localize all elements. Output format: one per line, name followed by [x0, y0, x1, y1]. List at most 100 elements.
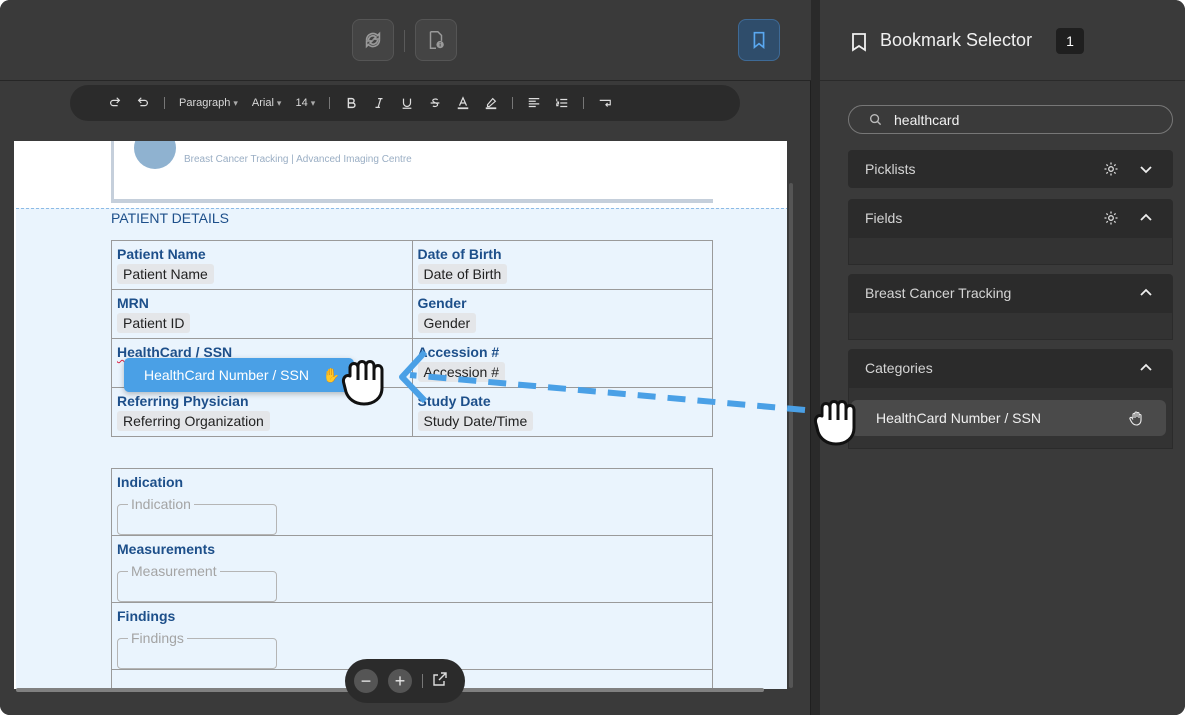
- clinic-subtitle: Breast Cancer Tracking | Advanced Imagin…: [184, 154, 412, 165]
- drag-handle-icon[interactable]: [1128, 410, 1144, 426]
- table-cell: Accession # Accession #: [411, 338, 713, 388]
- bookmark-chip[interactable]: Referring Organization: [117, 411, 270, 431]
- table-cell: Patient Name Patient Name: [111, 240, 413, 290]
- exam-table: Indication Indication Measurements Measure…: [111, 468, 713, 689]
- indication-field[interactable]: Indication: [117, 496, 277, 535]
- search-icon: [869, 113, 882, 126]
- field-placeholder: Measurement: [128, 563, 220, 579]
- bookmark-chip[interactable]: Patient Name: [117, 264, 214, 284]
- table-row: MRN Patient ID Gender Gender: [111, 289, 713, 339]
- plus-icon: +: [394, 670, 406, 691]
- table-cell: MRN Patient ID: [111, 289, 413, 339]
- app-window: Paragraph Arial 14 ─────────────────────…: [0, 0, 1185, 715]
- bookmark-count-badge: 1: [1056, 28, 1084, 54]
- zoom-controls: − +: [345, 659, 465, 703]
- toolbar-divider: [512, 97, 514, 109]
- font-family-select[interactable]: Arial: [252, 91, 282, 115]
- section-label: Fields: [865, 210, 903, 226]
- open-external-icon: [433, 671, 447, 686]
- align-button[interactable]: [527, 91, 541, 115]
- open-external-button[interactable]: [432, 671, 448, 692]
- table-cell: Gender Gender: [411, 289, 713, 339]
- bookmark-chip[interactable]: Accession #: [417, 362, 505, 382]
- bookmark-chip[interactable]: Date of Birth: [417, 264, 508, 284]
- editor-panel: Paragraph Arial 14 ─────────────────────…: [0, 0, 811, 715]
- paragraph-style-select[interactable]: Paragraph: [179, 91, 238, 115]
- bold-button[interactable]: [344, 91, 358, 115]
- picklists-header[interactable]: Picklists: [848, 150, 1173, 188]
- measurement-field[interactable]: Measurement: [117, 563, 277, 602]
- breast-cancer-section: Breast Cancer Tracking: [848, 274, 1173, 340]
- table-cell: Indication Indication: [111, 468, 713, 536]
- editor-top-bar: [0, 0, 811, 81]
- drag-ghost-bookmark[interactable]: HealthCard Number / SSN ✋: [124, 358, 354, 392]
- gear-icon[interactable]: [1103, 161, 1119, 177]
- bookmark-chip[interactable]: Study Date/Time: [417, 411, 534, 431]
- field-label: Gender: [417, 295, 467, 311]
- undo-icon: [137, 97, 148, 107]
- toolbar-divider: [164, 97, 165, 109]
- category-item-healthcard[interactable]: HealthCard Number / SSN: [851, 400, 1166, 436]
- chevron-down-icon[interactable]: [1139, 162, 1153, 176]
- field-label: Study Date: [417, 393, 491, 409]
- categories-header[interactable]: Categories: [848, 349, 1173, 387]
- document-page[interactable]: ───────────────────────── Breast Cancer …: [14, 141, 787, 689]
- highlight-icon: [485, 97, 497, 110]
- zoom-out-button[interactable]: −: [354, 669, 378, 693]
- document-header: ───────────────────────── Breast Cancer …: [111, 141, 713, 203]
- bookmark-icon: [753, 31, 765, 50]
- chevron-up-icon[interactable]: [1139, 286, 1153, 300]
- paragraph-style-label: Paragraph: [179, 97, 231, 109]
- insert-field-button[interactable]: [598, 91, 612, 115]
- zoom-in-button[interactable]: +: [388, 669, 412, 693]
- font-size-select[interactable]: 14: [295, 91, 315, 115]
- bookmark-icon: [852, 33, 866, 52]
- strikethrough-button[interactable]: [428, 91, 442, 115]
- chevron-up-icon[interactable]: [1139, 361, 1153, 375]
- align-left-icon: [528, 98, 540, 108]
- underline-button[interactable]: [400, 91, 414, 115]
- search-input[interactable]: [894, 111, 1154, 128]
- patient-details-table: Patient Name Patient Name Date of Birth Da…: [111, 240, 713, 437]
- grab-cursor-icon: [342, 360, 384, 406]
- category-item-label: HealthCard Number / SSN: [876, 410, 1041, 426]
- list-button[interactable]: [555, 91, 569, 115]
- breast-cancer-body: [848, 312, 1173, 340]
- bookmark-search[interactable]: [848, 105, 1173, 134]
- text-color-button[interactable]: [456, 91, 470, 115]
- fields-header[interactable]: Fields: [848, 199, 1173, 237]
- toolbar-divider: [404, 30, 405, 52]
- bookmark-chip[interactable]: Patient ID: [117, 313, 191, 333]
- bookmark-chip[interactable]: Gender: [417, 313, 477, 333]
- findings-field[interactable]: Findings: [117, 630, 277, 669]
- panel-header: Bookmark Selector 1: [820, 0, 1185, 81]
- table-row: Patient Name Patient Name Date of Birth Da…: [111, 240, 713, 290]
- section-label: Breast Cancer Tracking: [865, 285, 1012, 301]
- toolbar-divider: [583, 97, 585, 109]
- table-row: Indication Indication: [111, 468, 713, 536]
- gear-icon[interactable]: [1103, 210, 1119, 226]
- italic-button[interactable]: [372, 91, 386, 115]
- font-family-label: Arial: [251, 97, 274, 109]
- field-placeholder: Indication: [128, 496, 194, 512]
- undo-button[interactable]: [136, 91, 150, 115]
- strikethrough-icon: [430, 98, 440, 108]
- redo-button[interactable]: [108, 91, 122, 115]
- document-info-button[interactable]: [415, 19, 457, 61]
- fields-section: Fields: [848, 199, 1173, 265]
- table-row: Measurements Measurement: [111, 535, 713, 603]
- highlight-button[interactable]: [484, 91, 498, 115]
- clinic-name-partial: ─────────────────────────: [184, 141, 361, 146]
- field-label: MRN: [117, 295, 149, 311]
- underline-icon: [402, 98, 412, 109]
- table-row: Referring Physician Referring Organizatio…: [111, 387, 713, 437]
- breast-cancer-header[interactable]: Breast Cancer Tracking: [848, 274, 1173, 312]
- clinic-logo: [134, 141, 176, 169]
- table-cell: Study Date Study Date/Time: [411, 387, 713, 437]
- field-placeholder: Findings: [128, 630, 187, 646]
- vertical-scrollbar[interactable]: [789, 183, 793, 688]
- sync-button[interactable]: [352, 19, 394, 61]
- chevron-up-icon[interactable]: [1139, 211, 1153, 225]
- bookmark-toggle-button[interactable]: [738, 19, 780, 61]
- redo-icon: [110, 97, 121, 107]
